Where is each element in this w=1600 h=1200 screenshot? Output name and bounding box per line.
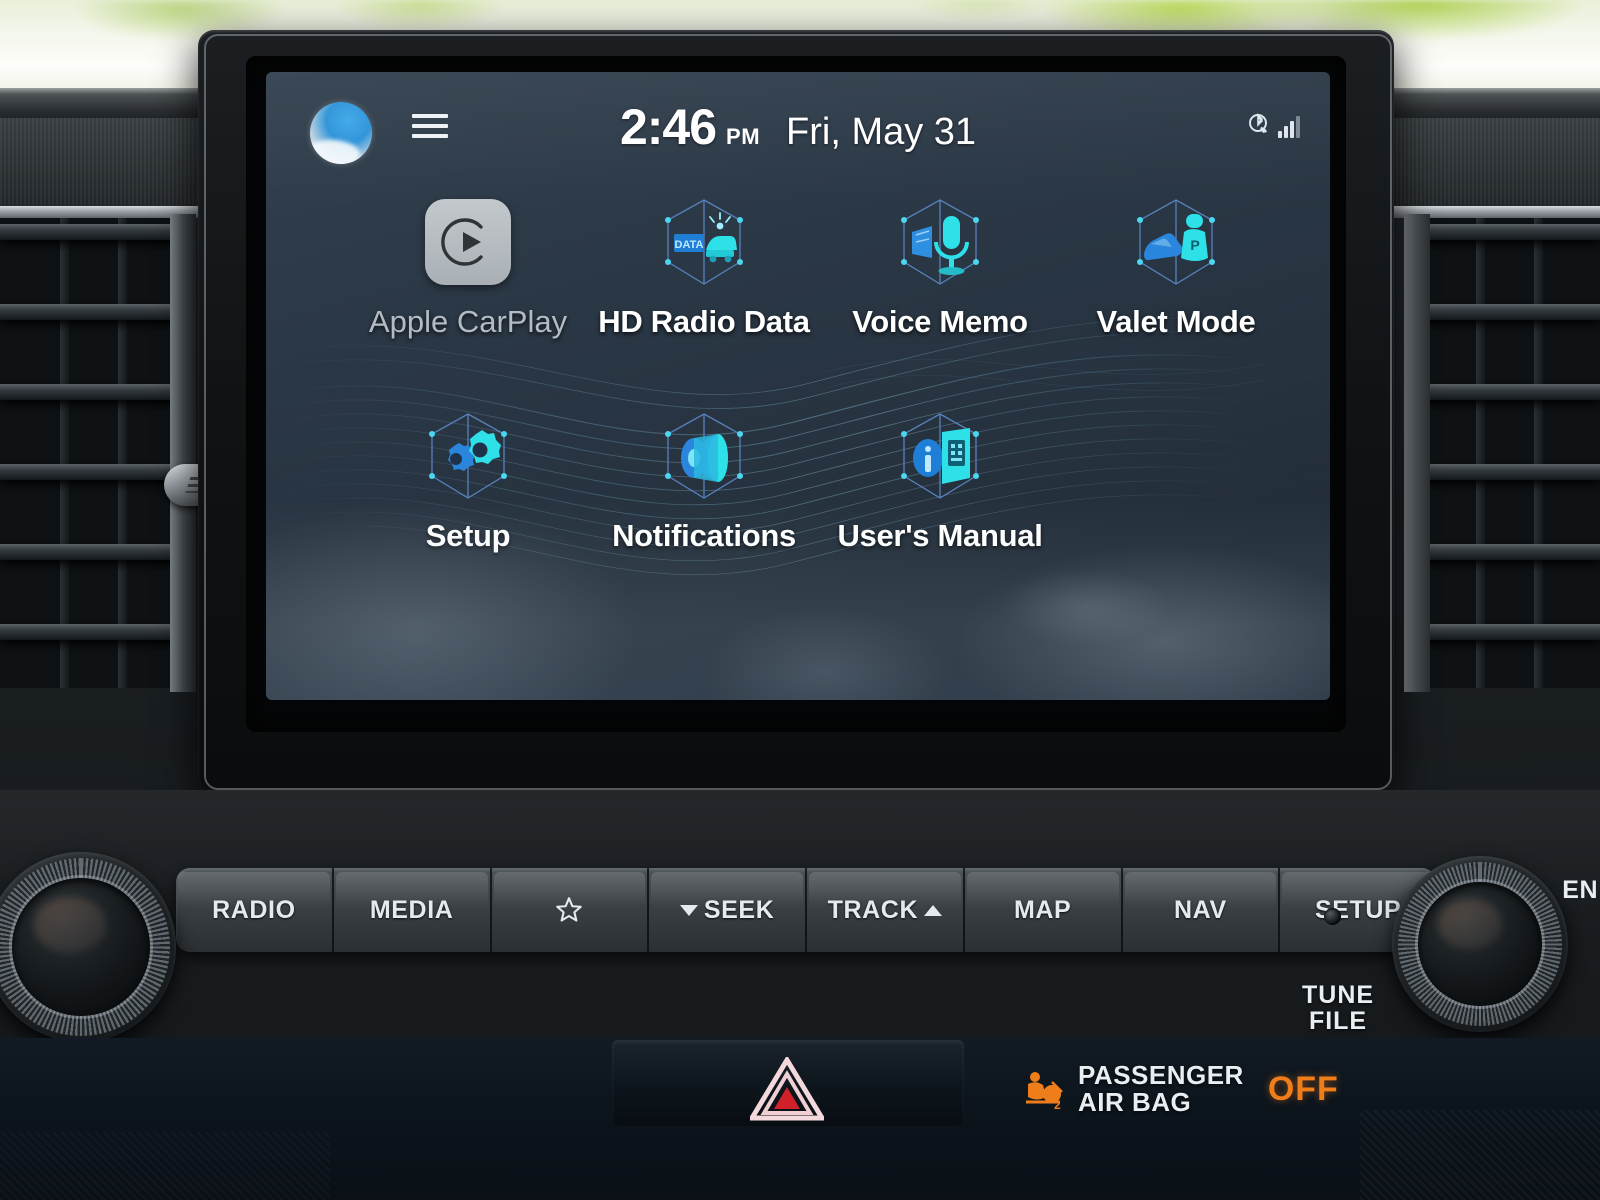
carplay-icon xyxy=(412,190,524,294)
svg-text:DATA: DATA xyxy=(675,239,704,251)
vent-slat xyxy=(0,544,196,560)
seek-button[interactable]: SEEK xyxy=(649,868,807,952)
app-apple-carplay[interactable]: Apple CarPlay xyxy=(350,190,586,340)
vent-bezel-right xyxy=(1404,214,1430,692)
chevron-down-icon xyxy=(679,904,698,916)
tune-label-line2: FILE xyxy=(1308,1007,1368,1036)
clock-and-date: 2:46 PM Fri, May 31 xyxy=(266,98,1330,156)
lower-left-texture xyxy=(0,1132,330,1200)
app-label: Apple CarPlay xyxy=(368,304,568,339)
vent-slat xyxy=(1404,304,1600,320)
tune-label-line1: TUNE xyxy=(1302,981,1375,1009)
app-notifications[interactable]: Notifications xyxy=(586,404,822,554)
tune-knob-label: TUNE FILE xyxy=(1302,982,1374,1035)
vent-slat xyxy=(1404,224,1600,240)
button-label: TRACK xyxy=(827,895,919,924)
track-button[interactable]: TRACK xyxy=(807,868,965,952)
app-valet-mode[interactable]: P Valet Mode xyxy=(1058,190,1294,340)
app-voice-memo[interactable]: Voice Memo xyxy=(822,190,1058,340)
valet-mode-icon: P xyxy=(1120,190,1232,294)
clock-time: 2:46 xyxy=(619,99,717,155)
air-vent-right[interactable] xyxy=(1404,218,1600,688)
button-label: MAP xyxy=(1013,895,1072,924)
tune-file-knob[interactable] xyxy=(1392,856,1568,1032)
app-grid: Apple CarPlay DATA HD Radio Data Voice M… xyxy=(266,190,1330,554)
vent-slat xyxy=(1404,384,1600,400)
voice-memo-icon xyxy=(884,190,996,294)
svg-text:2: 2 xyxy=(1054,1098,1061,1110)
map-button[interactable]: MAP xyxy=(965,868,1123,952)
vent-fin xyxy=(1534,218,1543,688)
favorites-star-button[interactable] xyxy=(492,868,650,952)
hazard-triangle-icon[interactable] xyxy=(748,1056,826,1122)
star-icon xyxy=(556,897,583,922)
app-label: HD Radio Data xyxy=(598,304,810,339)
reset-pinhole[interactable] xyxy=(1324,908,1341,925)
button-label: SEEK xyxy=(703,895,775,924)
passenger-airbag-icon: 2 xyxy=(1022,1068,1064,1112)
vent-bezel-left xyxy=(164,214,260,692)
app-setup[interactable]: Setup xyxy=(350,404,586,554)
notifications-megaphone-icon xyxy=(648,404,760,508)
airbag-line1: PASSENGER xyxy=(1078,1060,1244,1090)
button-label: NAV xyxy=(1174,895,1227,924)
signal-bars-icon xyxy=(1278,116,1300,138)
infotainment-screenshot: 2:46 PM Fri, May 31 Apple CarPlay DATA H… xyxy=(0,0,1600,1200)
airbag-line2: AIR BAG xyxy=(1078,1087,1192,1118)
airbag-text: PASSENGER AIR BAG xyxy=(1078,1060,1244,1118)
vent-fin xyxy=(1476,218,1485,688)
bluetooth-phone-icon xyxy=(1249,113,1267,133)
radio-button[interactable]: RADIO xyxy=(176,868,334,952)
vent-fin xyxy=(118,218,127,688)
vent-slat xyxy=(1404,624,1600,640)
app-users-manual[interactable]: User's Manual xyxy=(822,404,1058,554)
app-label: Notifications xyxy=(612,518,796,553)
app-hd-radio-data[interactable]: DATA HD Radio Data xyxy=(586,190,822,340)
system-status-icons xyxy=(1247,112,1300,138)
touchscreen-display[interactable]: 2:46 PM Fri, May 31 Apple CarPlay DATA H… xyxy=(266,72,1330,700)
app-row-2: Setup Notifications User's Manual xyxy=(266,404,1330,554)
app-row-1: Apple CarPlay DATA HD Radio Data Voice M… xyxy=(266,190,1330,340)
vent-slat xyxy=(1404,464,1600,480)
status-bar: 2:46 PM Fri, May 31 xyxy=(266,72,1330,182)
app-label: User's Manual xyxy=(837,518,1043,553)
button-label: RADIO xyxy=(212,895,296,924)
vent-fin xyxy=(60,218,69,688)
app-label: Valet Mode xyxy=(1096,304,1256,339)
airbag-status-badge: OFF xyxy=(1267,1069,1339,1108)
vent-slat xyxy=(0,304,196,320)
button-label: MEDIA xyxy=(369,895,454,924)
app-label: Setup xyxy=(425,518,511,553)
vent-slat xyxy=(0,224,196,240)
air-vent-left[interactable] xyxy=(0,218,196,688)
clock-ampm: PM xyxy=(726,124,761,149)
svg-text:P: P xyxy=(1190,237,1199,253)
chevron-up-icon xyxy=(924,904,943,916)
media-button[interactable]: MEDIA xyxy=(334,868,492,952)
vent-slat xyxy=(0,384,196,400)
vent-slat xyxy=(0,624,196,640)
passenger-airbag-indicator: 2 PASSENGER AIR BAG OFF xyxy=(1022,1060,1339,1118)
setup-gears-icon xyxy=(412,404,524,508)
clock-date: Fri, May 31 xyxy=(786,111,977,153)
hardware-button-bar: RADIO MEDIA SEEK TRACK MAP NAV SETUP xyxy=(176,868,1436,952)
edge-partial-label: EN xyxy=(1562,876,1598,904)
nav-button[interactable]: NAV xyxy=(1123,868,1281,952)
vent-slat xyxy=(1404,544,1600,560)
users-manual-icon xyxy=(884,404,996,508)
lower-right-texture xyxy=(1360,1110,1600,1200)
app-label: Voice Memo xyxy=(852,304,1028,339)
hd-radio-data-icon: DATA xyxy=(648,190,760,294)
